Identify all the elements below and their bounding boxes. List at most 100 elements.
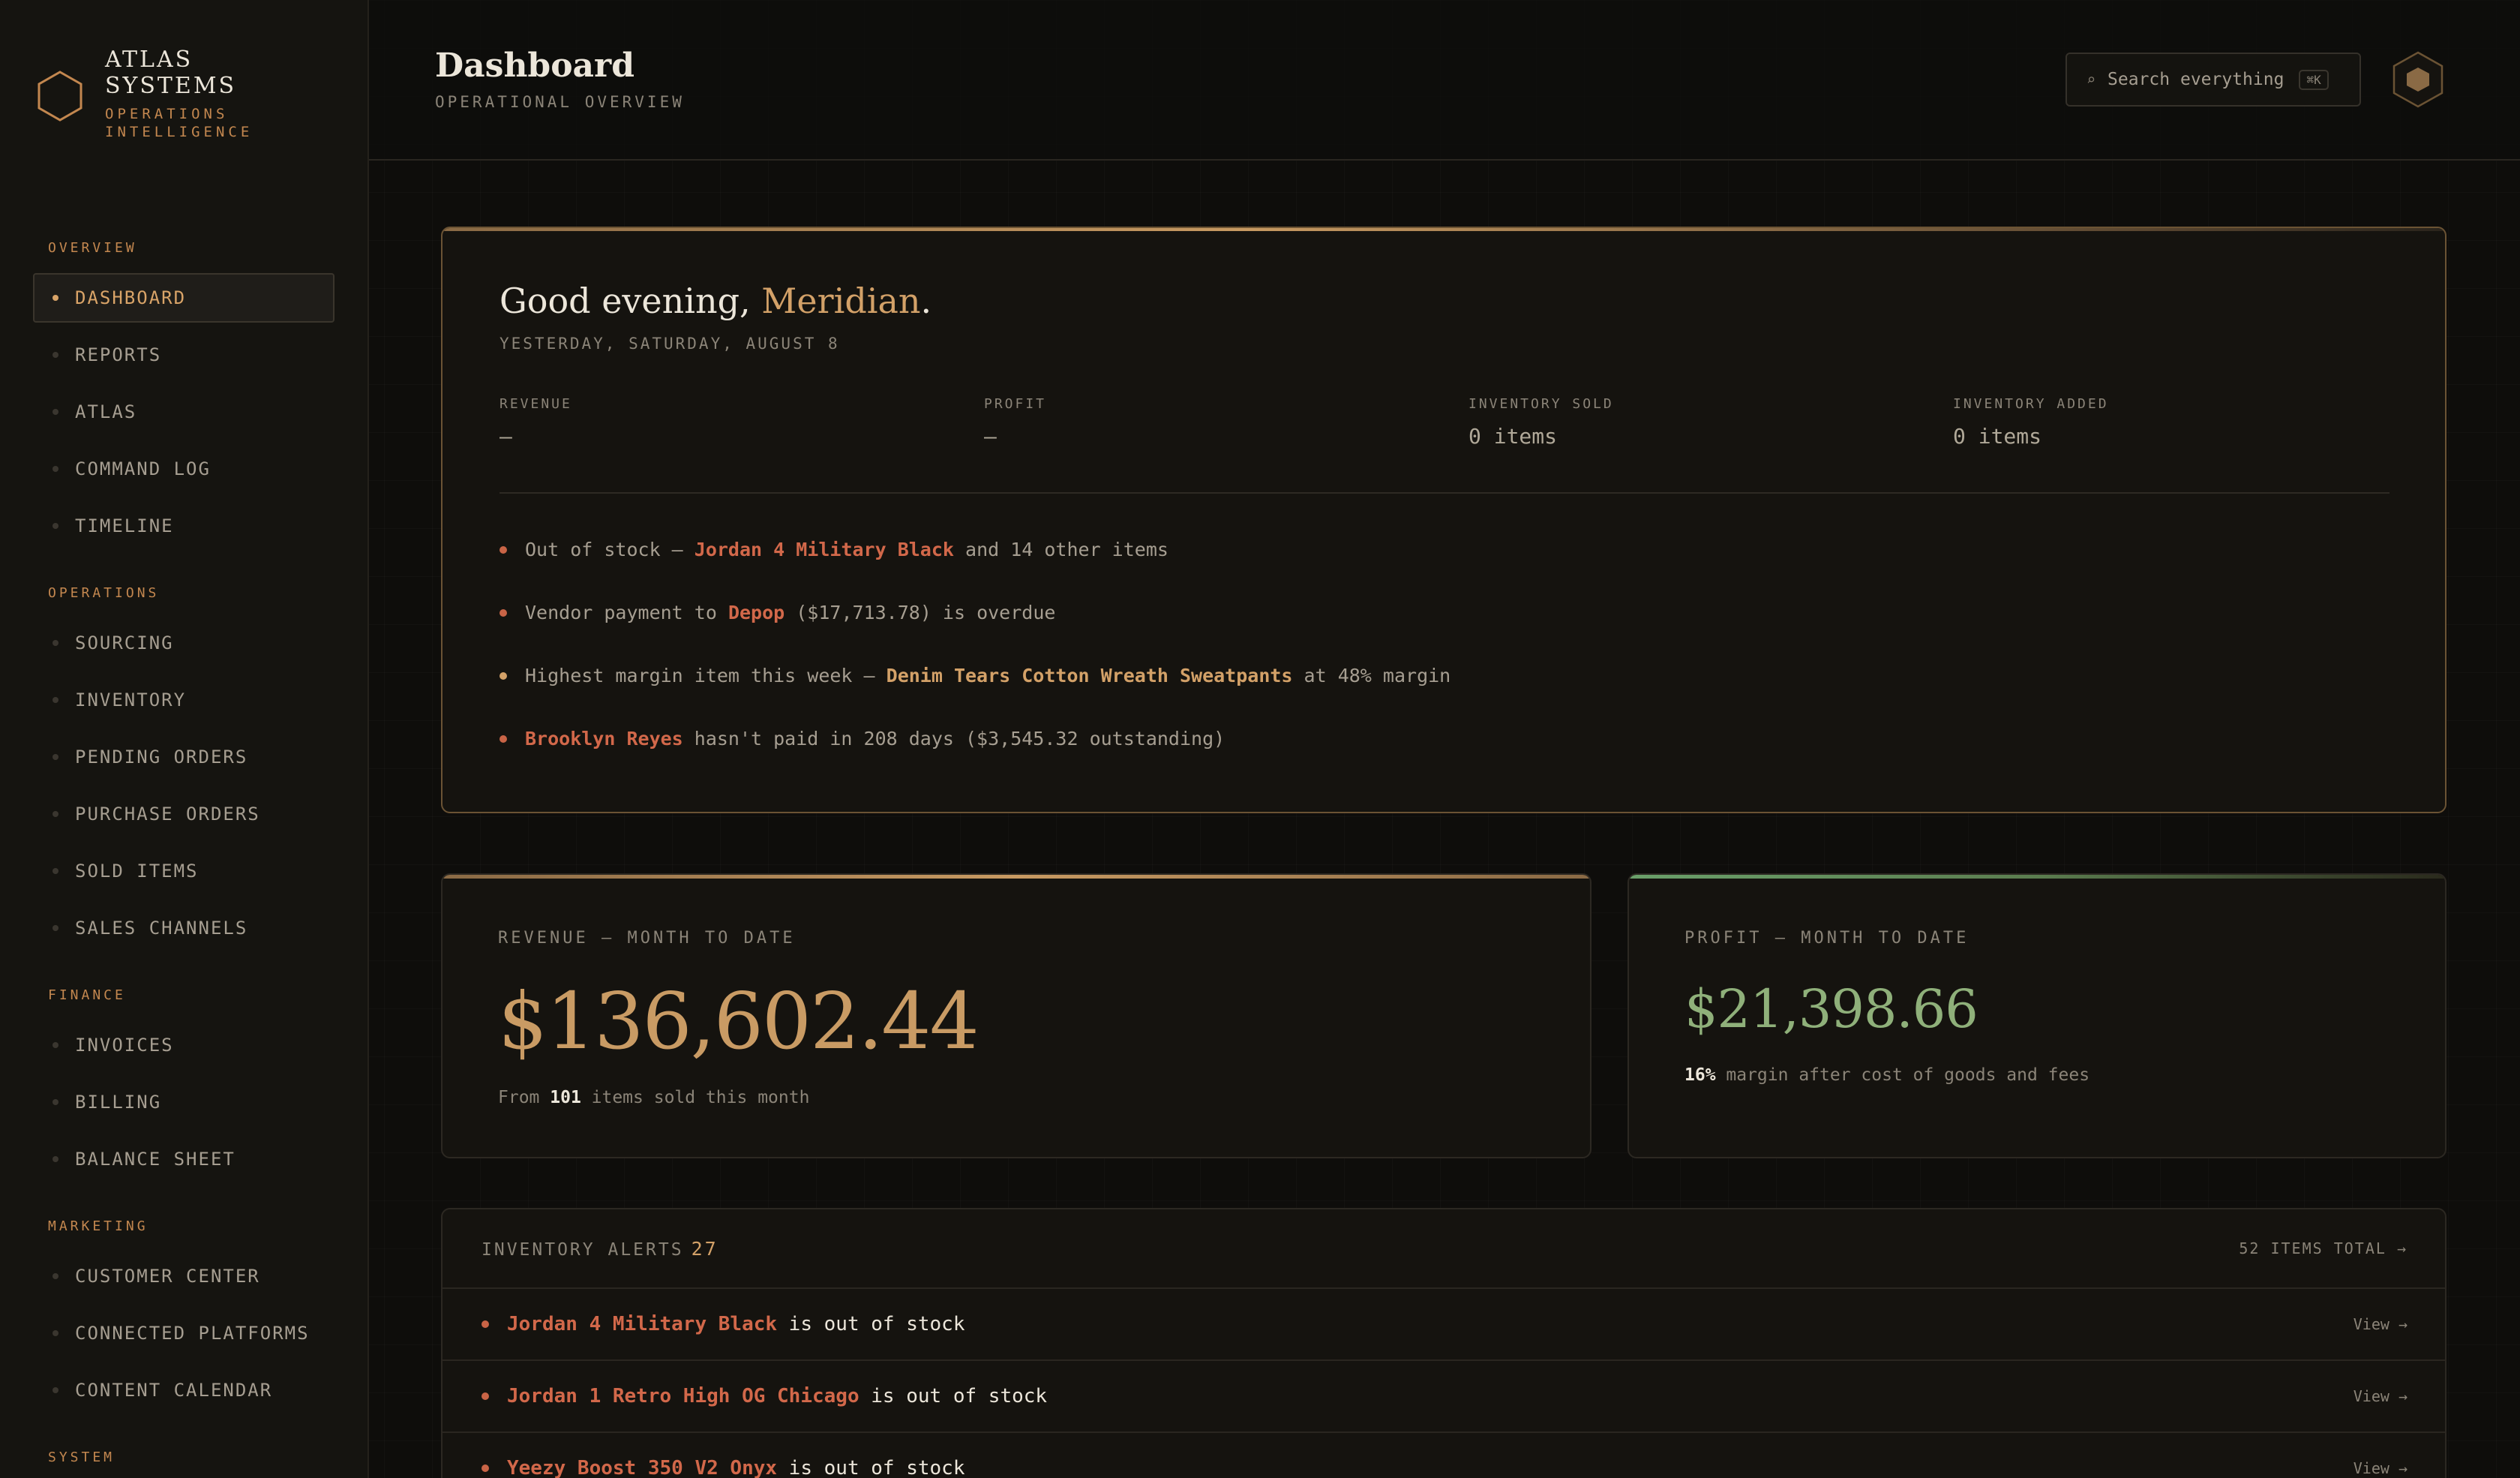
nav-dot-icon [52,1387,58,1393]
sidebar-item-dashboard[interactable]: DASHBOARD [33,273,334,323]
alert-unpaid-customer[interactable]: Brooklyn Reyes hasn't paid in 208 days (… [500,728,1225,750]
item-name[interactable]: Jordan 4 Military Black [507,1313,777,1335]
stat-label: INVENTORY ADDED [1953,396,2109,412]
inventory-alert-text: Jordan 4 Military Black is out of stock [507,1313,964,1335]
alert-dot-icon [500,545,507,554]
alert-text: Out of stock — [525,539,694,560]
items-sold-count: 101 [550,1088,581,1107]
nav-dot-icon [52,1330,58,1336]
inventory-alert-row[interactable]: Yeezy Boost 350 V2 Onyx is out of stock … [442,1431,2445,1478]
sidebar-item-timeline[interactable]: TIMELINE [33,501,334,551]
sidebar-item-pending-orders[interactable]: PENDING ORDERS [33,732,334,782]
sidebar-item-label: SOLD ITEMS [75,861,199,882]
alert-highlight[interactable]: Denim Tears Cotton Wreath Sweatpants [886,665,1293,686]
inventory-alerts-title: INVENTORY ALERTS 27 [482,1238,718,1260]
brand-tagline-line1: OPERATIONS [105,106,229,122]
sidebar-item-label: CONNECTED PLATFORMS [75,1323,310,1344]
item-status: is out of stock [859,1385,1048,1407]
sidebar-item-billing[interactable]: BILLING [33,1077,334,1127]
alert-dot-icon [500,608,507,617]
nav-dot-icon [52,811,58,817]
nav-dot-icon [52,868,58,874]
sidebar-item-label: TIMELINE [75,515,174,536]
alert-vendor-payment[interactable]: Vendor payment to Depop ($17,713.78) is … [500,602,1055,623]
greeting-title: Good evening, Meridian. [500,281,932,321]
sidebar-item-label: REPORTS [75,344,162,365]
sidebar-item-label: INVENTORY [75,689,187,710]
sidebar-item-reports[interactable]: REPORTS [33,330,334,380]
sidebar-item-sales-channels[interactable]: SALES CHANNELS [33,903,334,953]
stat-value: 0 items [1468,424,1558,449]
nav-dot-icon [52,925,58,931]
greeting-date: YESTERDAY, SATURDAY, AUGUST 8 [500,335,840,353]
sidebar-item-balance-sheet[interactable]: BALANCE SHEET [33,1134,334,1184]
alert-out-of-stock[interactable]: Out of stock — Jordan 4 Military Black a… [500,539,1168,560]
sidebar-item-customer-center[interactable]: CUSTOMER CENTER [33,1251,334,1301]
stat-value: — [500,424,512,449]
alert-text: hasn't paid in 208 days ($3,545.32 outst… [682,728,1226,750]
page-header: Dashboard OPERATIONAL OVERVIEW ⌕ Search … [369,0,2520,161]
hexagon-logo-icon [38,71,82,122]
revenue-value: $136,602.44 [498,975,980,1067]
item-name[interactable]: Jordan 1 Retro High OG Chicago [507,1385,860,1407]
nav-dot-icon [52,1099,58,1105]
profit-value: $21,398.66 [1684,978,1978,1040]
greeting-prefix: Good evening, [500,281,762,321]
view-link[interactable]: View → [2354,1387,2408,1405]
sidebar-item-atlas[interactable]: ATLAS [33,387,334,437]
view-link[interactable]: View → [2354,1459,2408,1477]
greeting-suffix: . [920,281,932,321]
stat-label: PROFIT [984,396,1047,412]
sidebar-item-sourcing[interactable]: SOURCING [33,618,334,668]
nav-section-marketing: MARKETING [48,1218,148,1234]
search-placeholder: Search everything [2108,70,2284,89]
search-input[interactable]: ⌕ Search everything ⌘K [2066,53,2361,107]
alert-dot-icon [500,734,507,743]
item-status: is out of stock [777,1457,965,1478]
items-total-link[interactable]: 52 ITEMS TOTAL → [2239,1239,2408,1257]
nav-section-system: SYSTEM [48,1449,116,1465]
stat-value: 0 items [1953,424,2042,449]
sidebar-item-label: BILLING [75,1092,162,1113]
stat-inventory-added: INVENTORY ADDED 0 items [1953,396,2109,449]
inventory-alert-text: Yeezy Boost 350 V2 Onyx is out of stock [507,1457,964,1478]
sidebar-item-purchase-orders[interactable]: PURCHASE ORDERS [33,789,334,839]
footnote-text: margin after cost of goods and fees [1715,1065,2090,1085]
sidebar-item-inventory[interactable]: INVENTORY [33,675,334,725]
sidebar-item-label: SOURCING [75,632,174,653]
nav-dot-icon [52,697,58,703]
hexagon-avatar-icon[interactable] [2388,50,2448,110]
sidebar-item-invoices[interactable]: INVOICES [33,1020,334,1070]
brand[interactable]: ATLAS SYSTEMS OPERATIONS INTELLIGENCE [33,47,253,141]
inventory-alerts-card: INVENTORY ALERTS 27 52 ITEMS TOTAL → Jord… [441,1208,2446,1478]
alert-text: Highest margin item this week — [525,665,886,686]
revenue-footnote: From 101 items sold this month [498,1088,809,1107]
alert-highlight[interactable]: Depop [728,602,784,623]
alert-highest-margin[interactable]: Highest margin item this week — Denim Te… [500,665,1450,686]
sidebar-item-label: PURCHASE ORDERS [75,804,260,825]
sidebar-item-sold-items[interactable]: SOLD ITEMS [33,846,334,896]
alert-highlight[interactable]: Brooklyn Reyes [525,728,683,750]
page-subtitle: OPERATIONAL OVERVIEW [435,93,685,111]
alert-dot-icon [500,671,507,680]
stat-label: REVENUE [500,396,572,412]
nav-dot-icon [52,352,58,358]
sidebar-item-content-calendar[interactable]: CONTENT CALENDAR [33,1365,334,1415]
sidebar-item-label: CONTENT CALENDAR [75,1380,273,1401]
inventory-alert-row[interactable]: Jordan 4 Military Black is out of stock … [442,1287,2445,1359]
sidebar-item-label: INVOICES [75,1035,174,1056]
inventory-alert-row[interactable]: Jordan 1 Retro High OG Chicago is out of… [442,1359,2445,1431]
nav-dot-icon [52,409,58,415]
nav-dot-icon [52,1156,58,1162]
section-title: INVENTORY ALERTS [482,1240,684,1260]
stat-profit: PROFIT — [984,396,1046,449]
view-link[interactable]: View → [2354,1315,2408,1333]
alert-highlight[interactable]: Jordan 4 Military Black [694,539,954,560]
stat-revenue: REVENUE — [500,396,572,449]
sidebar-item-connected-platforms[interactable]: CONNECTED PLATFORMS [33,1308,334,1358]
brand-tagline-line2: INTELLIGENCE [105,124,254,140]
item-name[interactable]: Yeezy Boost 350 V2 Onyx [507,1457,777,1478]
sidebar-item-command-log[interactable]: COMMAND LOG [33,444,334,494]
profit-mtd-card: PROFIT — MONTH TO DATE $21,398.66 16% ma… [1628,873,2446,1158]
alert-dot-icon [482,1320,489,1328]
